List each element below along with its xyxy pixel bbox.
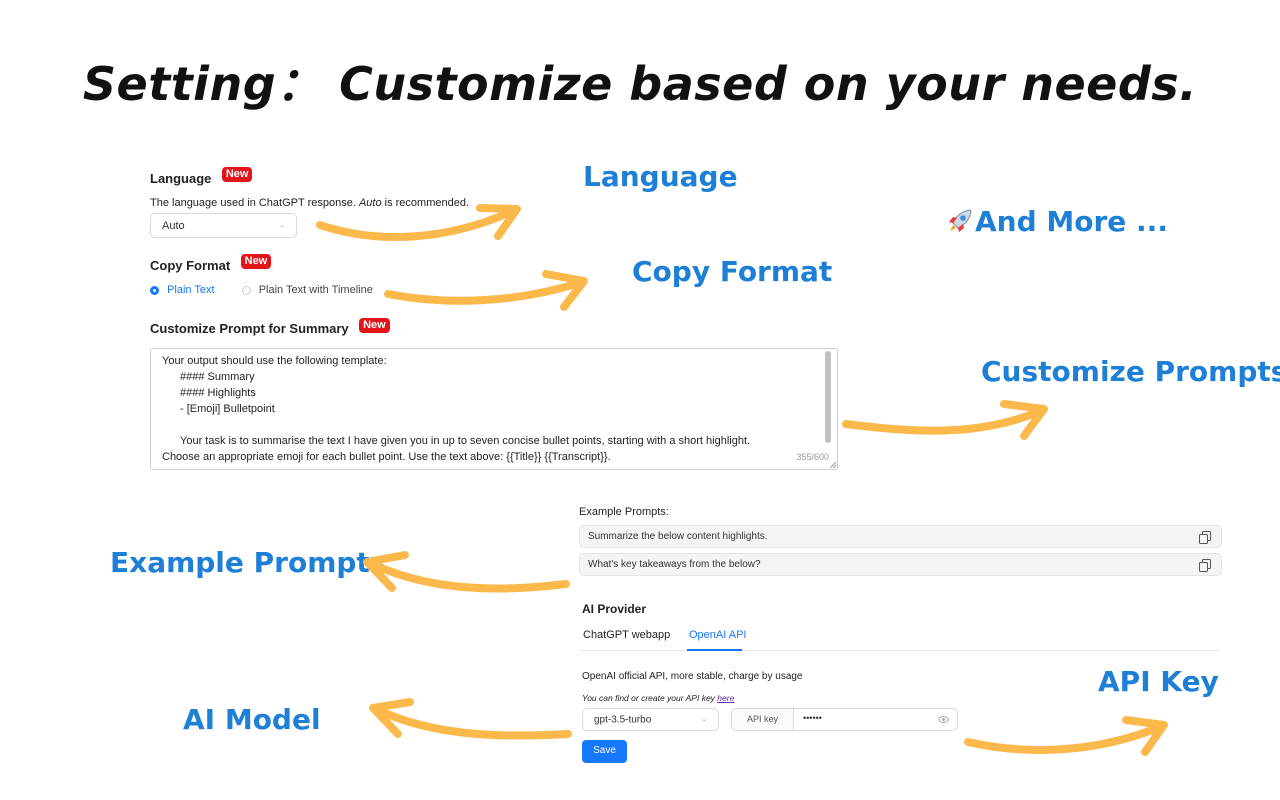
provider-tabs: ChatGPT webapp OpenAI API bbox=[579, 620, 1219, 651]
language-description: The language used in ChatGPT response. A… bbox=[150, 197, 469, 209]
copy-format-title: Copy Format bbox=[150, 258, 231, 273]
radio-selected-icon bbox=[150, 285, 159, 295]
api-key-input[interactable]: •••••• bbox=[803, 713, 822, 723]
chevron-down-icon: ⌄ bbox=[700, 712, 708, 723]
api-key-hint: You can find or create your API key here bbox=[582, 693, 734, 703]
active-tab-indicator bbox=[687, 649, 742, 651]
api-key-link[interactable]: here bbox=[717, 693, 734, 703]
example-prompt-text: Summarize the below content highlights. bbox=[588, 531, 768, 542]
radio-plain-text-label: Plain Text bbox=[167, 284, 215, 296]
example-prompts-label: Example Prompts: bbox=[579, 506, 669, 518]
save-button[interactable]: Save bbox=[582, 740, 627, 763]
radio-timeline-label: Plain Text with Timeline bbox=[258, 284, 373, 296]
tab-chatgpt-webapp[interactable]: ChatGPT webapp bbox=[583, 629, 670, 641]
language-desc-italic: Auto bbox=[358, 197, 382, 209]
example-prompt-text: What's key takeaways from the below? bbox=[588, 559, 761, 570]
language-section: Language New bbox=[150, 167, 253, 188]
copy-format-radio-group: Plain Text Plain Text with Timeline bbox=[150, 284, 373, 296]
copy-icon[interactable] bbox=[1199, 531, 1211, 544]
language-select[interactable]: Auto ⌄ bbox=[150, 213, 297, 238]
new-badge: New bbox=[221, 167, 253, 182]
language-select-value: Auto bbox=[162, 219, 185, 232]
resize-handle-icon[interactable] bbox=[830, 462, 836, 468]
radio-unselected-icon bbox=[241, 285, 251, 295]
prompt-line: - [Emoji] Bulletpoint bbox=[180, 403, 275, 415]
tab-openai-api[interactable]: OpenAI API bbox=[689, 629, 746, 641]
provider-description: OpenAI official API, more stable, charge… bbox=[582, 671, 803, 682]
language-desc-text: The language used in ChatGPT response. bbox=[150, 197, 359, 209]
prompt-title: Customize Prompt for Summary bbox=[150, 321, 349, 336]
radio-plain-text-timeline[interactable]: Plain Text with Timeline bbox=[241, 284, 373, 296]
language-desc-text-end: is recommended. bbox=[381, 197, 470, 209]
prompt-line: Your output should use the following tem… bbox=[162, 355, 387, 367]
new-badge: New bbox=[240, 254, 272, 269]
eye-icon[interactable] bbox=[938, 715, 949, 724]
example-prompt-item[interactable]: Summarize the below content highlights. bbox=[579, 525, 1222, 548]
model-select-value: gpt-3.5-turbo bbox=[594, 714, 652, 725]
new-badge: New bbox=[359, 318, 390, 333]
char-counter: 355/600 bbox=[796, 452, 829, 462]
api-key-addon-label: API key bbox=[732, 709, 794, 730]
copy-format-section: Copy Format New bbox=[150, 254, 272, 275]
language-title: Language bbox=[150, 171, 212, 186]
prompt-section: Customize Prompt for Summary New bbox=[150, 318, 390, 338]
prompt-textarea[interactable]: Your output should use the following tem… bbox=[150, 348, 838, 470]
model-select[interactable]: gpt-3.5-turbo ⌄ bbox=[582, 708, 719, 731]
prompt-line: Your task is to summarise the text I hav… bbox=[162, 435, 751, 463]
radio-plain-text[interactable]: Plain Text bbox=[150, 284, 218, 296]
ai-provider-title: AI Provider bbox=[582, 602, 647, 616]
prompt-line: #### Highlights bbox=[180, 387, 256, 399]
prompt-line: #### Summary bbox=[180, 371, 255, 383]
api-key-hint-text: You can find or create your API key bbox=[582, 693, 718, 703]
api-key-field: API key •••••• bbox=[731, 708, 958, 731]
example-prompt-item[interactable]: What's key takeaways from the below? bbox=[579, 553, 1222, 576]
chevron-down-icon: ⌄ bbox=[278, 218, 286, 229]
copy-icon[interactable] bbox=[1199, 559, 1211, 572]
scrollbar-thumb[interactable] bbox=[825, 351, 831, 443]
